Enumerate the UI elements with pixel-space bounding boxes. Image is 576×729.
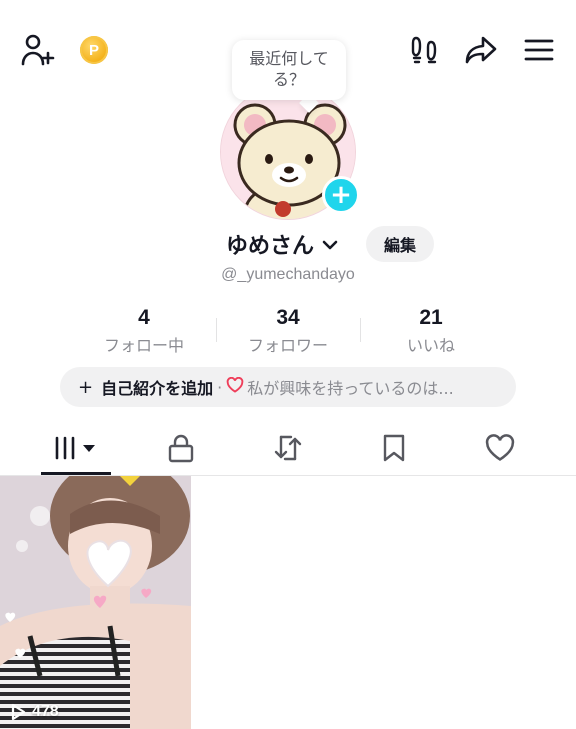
heart-icon xyxy=(485,434,515,461)
tab-reposts[interactable] xyxy=(253,422,323,474)
person-plus-icon[interactable] xyxy=(18,32,58,68)
status-bubble[interactable]: 最近何してる？ xyxy=(232,40,346,100)
tab-liked[interactable] xyxy=(465,422,535,474)
coin-icon[interactable]: P xyxy=(80,36,108,64)
edit-profile-label: 編集 xyxy=(383,236,416,255)
stat-likes[interactable]: 21 いいね xyxy=(371,306,491,356)
following-count: 4 xyxy=(138,306,150,329)
add-avatar-button[interactable]: + xyxy=(322,176,360,214)
stat-followers[interactable]: 34 フォロワー xyxy=(228,306,348,356)
add-bio-label[interactable]: 自己紹介を追加 xyxy=(101,375,213,399)
bio-separator: · xyxy=(217,377,223,397)
heart-icon xyxy=(226,376,244,397)
stat-divider xyxy=(360,318,361,342)
stat-following[interactable]: 4 フォロー中 xyxy=(84,306,204,356)
name-row: ゆめさん 編集 xyxy=(0,226,576,262)
repost-icon xyxy=(274,435,302,461)
likes-label: いいね xyxy=(406,336,455,355)
plus-icon: + xyxy=(330,180,352,210)
view-count-value: 478 xyxy=(32,703,59,720)
share-arrow-icon[interactable] xyxy=(462,32,500,68)
footprints-icon[interactable] xyxy=(406,32,442,68)
interests-label[interactable]: 私が興味を持っているのは... xyxy=(247,375,453,399)
stat-divider xyxy=(216,318,217,342)
following-label: フォロー中 xyxy=(103,336,184,355)
tab-private[interactable] xyxy=(146,422,216,474)
video-thumbnail-image xyxy=(0,476,191,729)
tab-videos[interactable] xyxy=(41,422,111,474)
bookmark-icon xyxy=(383,434,405,462)
hamburger-menu-icon[interactable] xyxy=(522,34,556,66)
video-thumbnail[interactable]: 478 xyxy=(0,476,191,729)
tab-favorites[interactable] xyxy=(359,422,429,474)
status-bubble-text: 最近何してる？ xyxy=(249,49,329,89)
lock-icon xyxy=(168,434,194,463)
plus-icon: + xyxy=(78,376,94,398)
play-icon xyxy=(11,703,26,721)
content-tabs xyxy=(0,422,576,476)
bio-bar[interactable]: + 自己紹介を追加 · 私が興味を持っているのは... xyxy=(60,367,516,407)
view-count: 478 xyxy=(10,703,59,721)
chevron-down-icon[interactable] xyxy=(322,236,338,255)
username[interactable]: ゆめさん xyxy=(226,228,314,260)
likes-count: 21 xyxy=(419,306,443,329)
followers-label: フォロワー xyxy=(247,336,328,355)
grid-icon xyxy=(55,436,95,460)
edit-profile-button[interactable]: 編集 xyxy=(366,226,434,262)
active-tab-indicator xyxy=(41,472,111,475)
followers-count: 34 xyxy=(276,306,300,329)
user-handle: @_yumechandayo xyxy=(221,266,355,283)
